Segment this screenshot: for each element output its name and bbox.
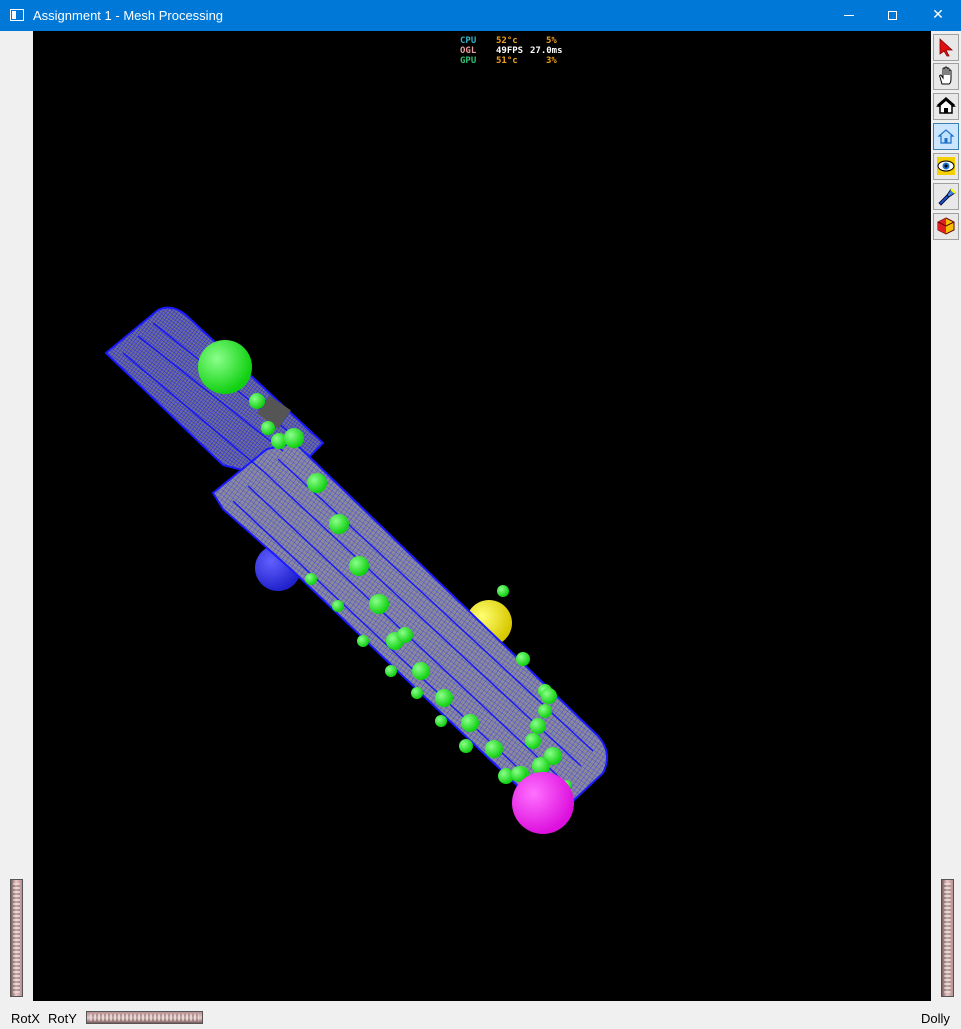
dolly-label: Dolly xyxy=(921,1011,950,1026)
overlay-label-cpu: CPU xyxy=(460,36,477,46)
app-icon xyxy=(10,9,24,21)
overlay-label-ogl: OGL xyxy=(460,46,477,56)
rotx-thumbwheel[interactable] xyxy=(10,879,23,997)
maximize-button[interactable] xyxy=(869,0,915,31)
overlay-gpu-temp: 51°c xyxy=(496,56,518,66)
mesh-main-body xyxy=(211,441,608,803)
viewer-toolbar xyxy=(931,31,961,1001)
minimize-button[interactable] xyxy=(826,0,872,31)
dolly-thumbwheel[interactable] xyxy=(941,879,954,997)
overlay-row-gpu: GPU 51°c 3% xyxy=(460,56,580,66)
close-icon: ✕ xyxy=(932,7,944,23)
overlay-cpu-load: 5% xyxy=(546,36,557,46)
rotx-label: RotX xyxy=(11,1011,40,1026)
overlay-row-ogl: OGL 49FPS 27.0ms xyxy=(460,46,580,56)
home-icon xyxy=(936,97,956,114)
pan-tool-button[interactable] xyxy=(933,63,959,90)
home-view-button[interactable] xyxy=(933,93,959,120)
eye-icon xyxy=(937,157,955,175)
minimize-icon xyxy=(844,14,854,16)
title-bar: Assignment 1 - Mesh Processing ✕ xyxy=(0,0,961,31)
close-button[interactable]: ✕ xyxy=(915,0,961,31)
look-at-button[interactable] xyxy=(933,153,959,180)
overlay-cpu-temp: 52°c xyxy=(496,36,518,46)
mesh-scene xyxy=(104,306,608,834)
light-tool-button[interactable] xyxy=(933,183,959,210)
left-frame xyxy=(0,31,33,1001)
maximize-icon xyxy=(887,10,897,20)
roty-thumbwheel[interactable] xyxy=(86,1011,203,1024)
hand-icon xyxy=(939,66,952,85)
overlay-gpu-load: 3% xyxy=(546,56,557,66)
shading-tool-button[interactable] xyxy=(933,213,959,240)
overlay-label-gpu: GPU xyxy=(460,56,477,66)
3d-viewport[interactable]: CPU 52°c 5% OGL 49FPS 27.0ms GPU 51°c 3% xyxy=(33,31,931,1001)
magenta-sphere xyxy=(512,772,574,834)
roty-label: RotY xyxy=(48,1011,77,1026)
cube-icon xyxy=(937,217,955,235)
house-outline-icon xyxy=(937,129,955,144)
overlay-ogl-frametime: 27.0ms xyxy=(530,46,563,56)
flashlight-icon xyxy=(938,188,956,206)
select-tool-button[interactable] xyxy=(933,34,959,61)
arrow-cursor-icon xyxy=(939,38,954,57)
window-title: Assignment 1 - Mesh Processing xyxy=(33,8,224,23)
set-home-view-button[interactable] xyxy=(933,123,959,150)
overlay-ogl-fps: 49FPS xyxy=(496,46,524,56)
overlay-row-cpu: CPU 52°c 5% xyxy=(460,36,580,46)
performance-overlay: CPU 52°c 5% OGL 49FPS 27.0ms GPU 51°c 3% xyxy=(460,36,580,66)
green-sphere xyxy=(198,340,252,394)
